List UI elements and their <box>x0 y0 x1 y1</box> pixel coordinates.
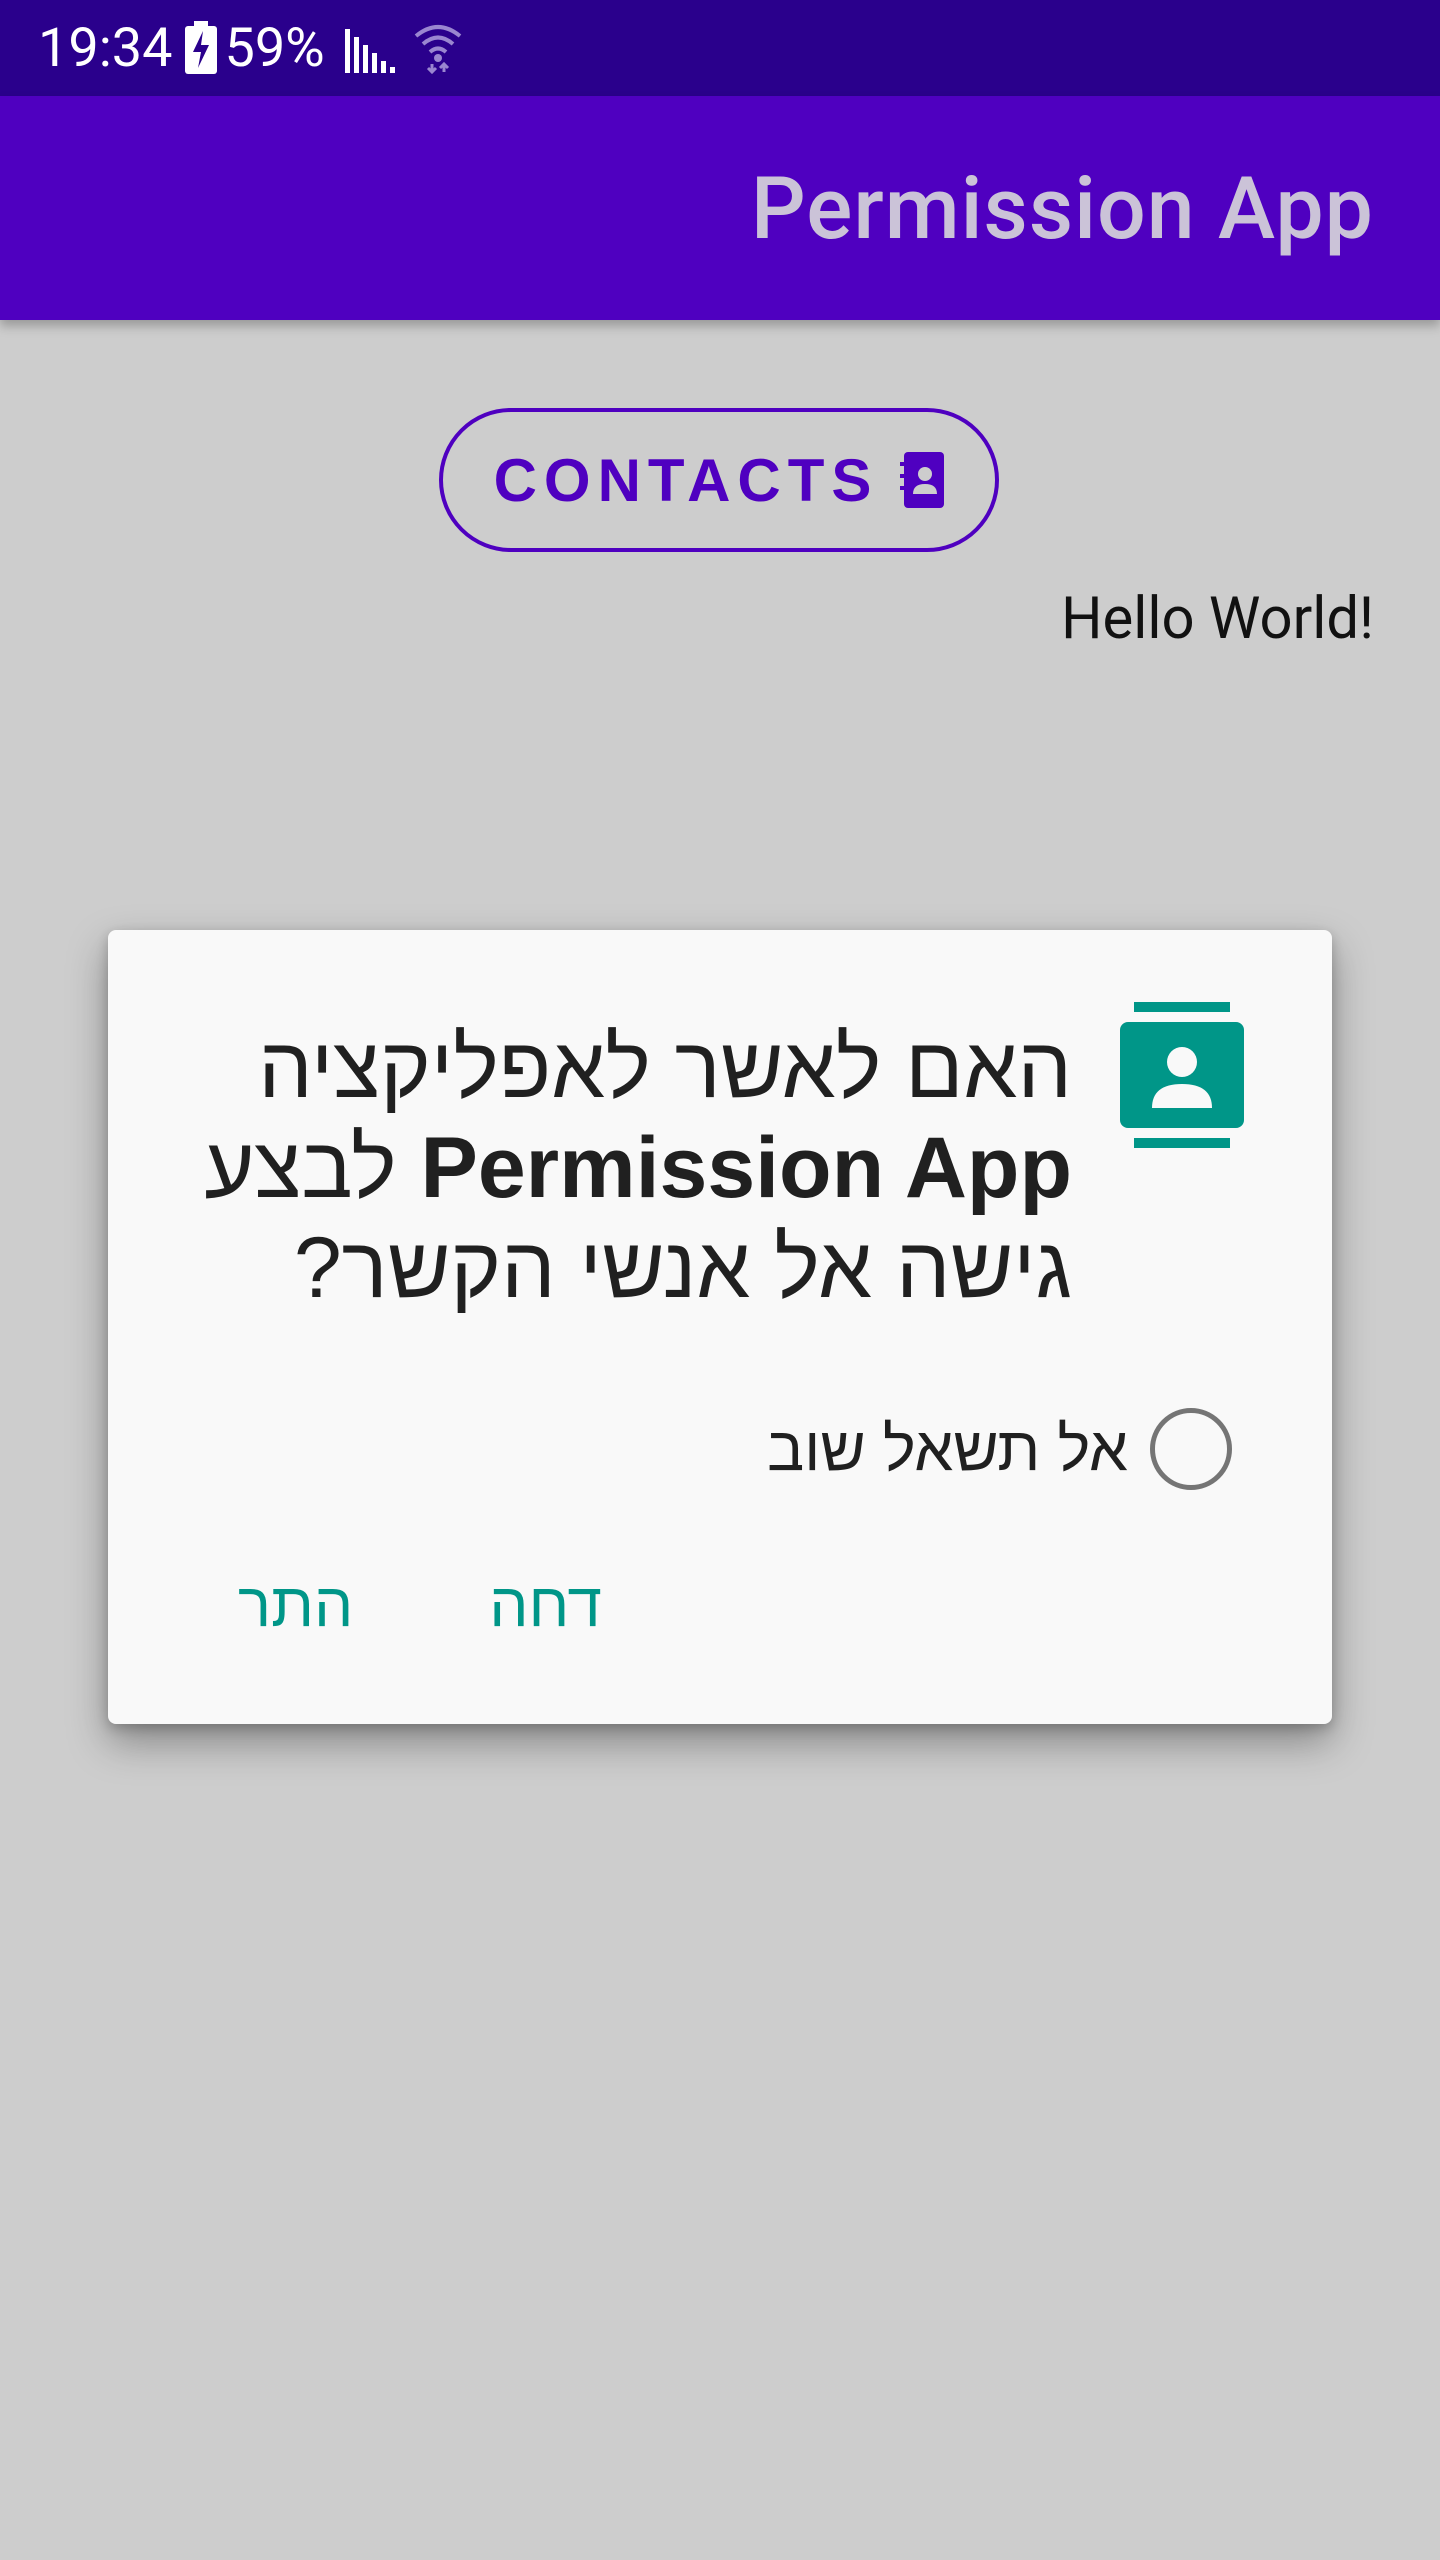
dialog-app-name: Permission App <box>420 1120 1072 1216</box>
dont-ask-again-label: אל תשאל שוב <box>767 1414 1128 1484</box>
signal-icon <box>344 29 395 73</box>
deny-button[interactable]: דחה <box>489 1570 602 1641</box>
dialog-actions: התר דחה <box>238 1570 602 1641</box>
dialog-message: האם לאשר לאפליקציה Permission App לבצע ג… <box>188 1018 1072 1318</box>
contact-card-icon <box>1120 1002 1244 1148</box>
dont-ask-again-option[interactable]: אל תשאל שוב <box>767 1408 1232 1490</box>
allow-button[interactable]: התר <box>238 1570 353 1641</box>
app-bar: Permission App <box>0 96 1440 320</box>
permission-dialog: האם לאשר לאפליקציה Permission App לבצע ג… <box>108 930 1332 1724</box>
dont-ask-again-radio[interactable] <box>1150 1408 1232 1490</box>
app-title: Permission App <box>750 157 1374 259</box>
battery-charging-icon <box>185 21 218 74</box>
status-bar: 19:34 59% <box>0 0 1440 96</box>
contacts-button-label: CONTACTS <box>493 446 879 514</box>
hello-world-text: Hello World! <box>1061 585 1374 653</box>
contacts-book-icon <box>900 452 945 508</box>
battery-percent: 59% <box>224 16 325 80</box>
wifi-icon <box>414 25 462 74</box>
dialog-message-part1: האם לאשר לאפליקציה <box>258 1020 1072 1116</box>
contacts-button[interactable]: CONTACTS <box>439 408 999 552</box>
status-time: 19:34 <box>38 16 173 80</box>
